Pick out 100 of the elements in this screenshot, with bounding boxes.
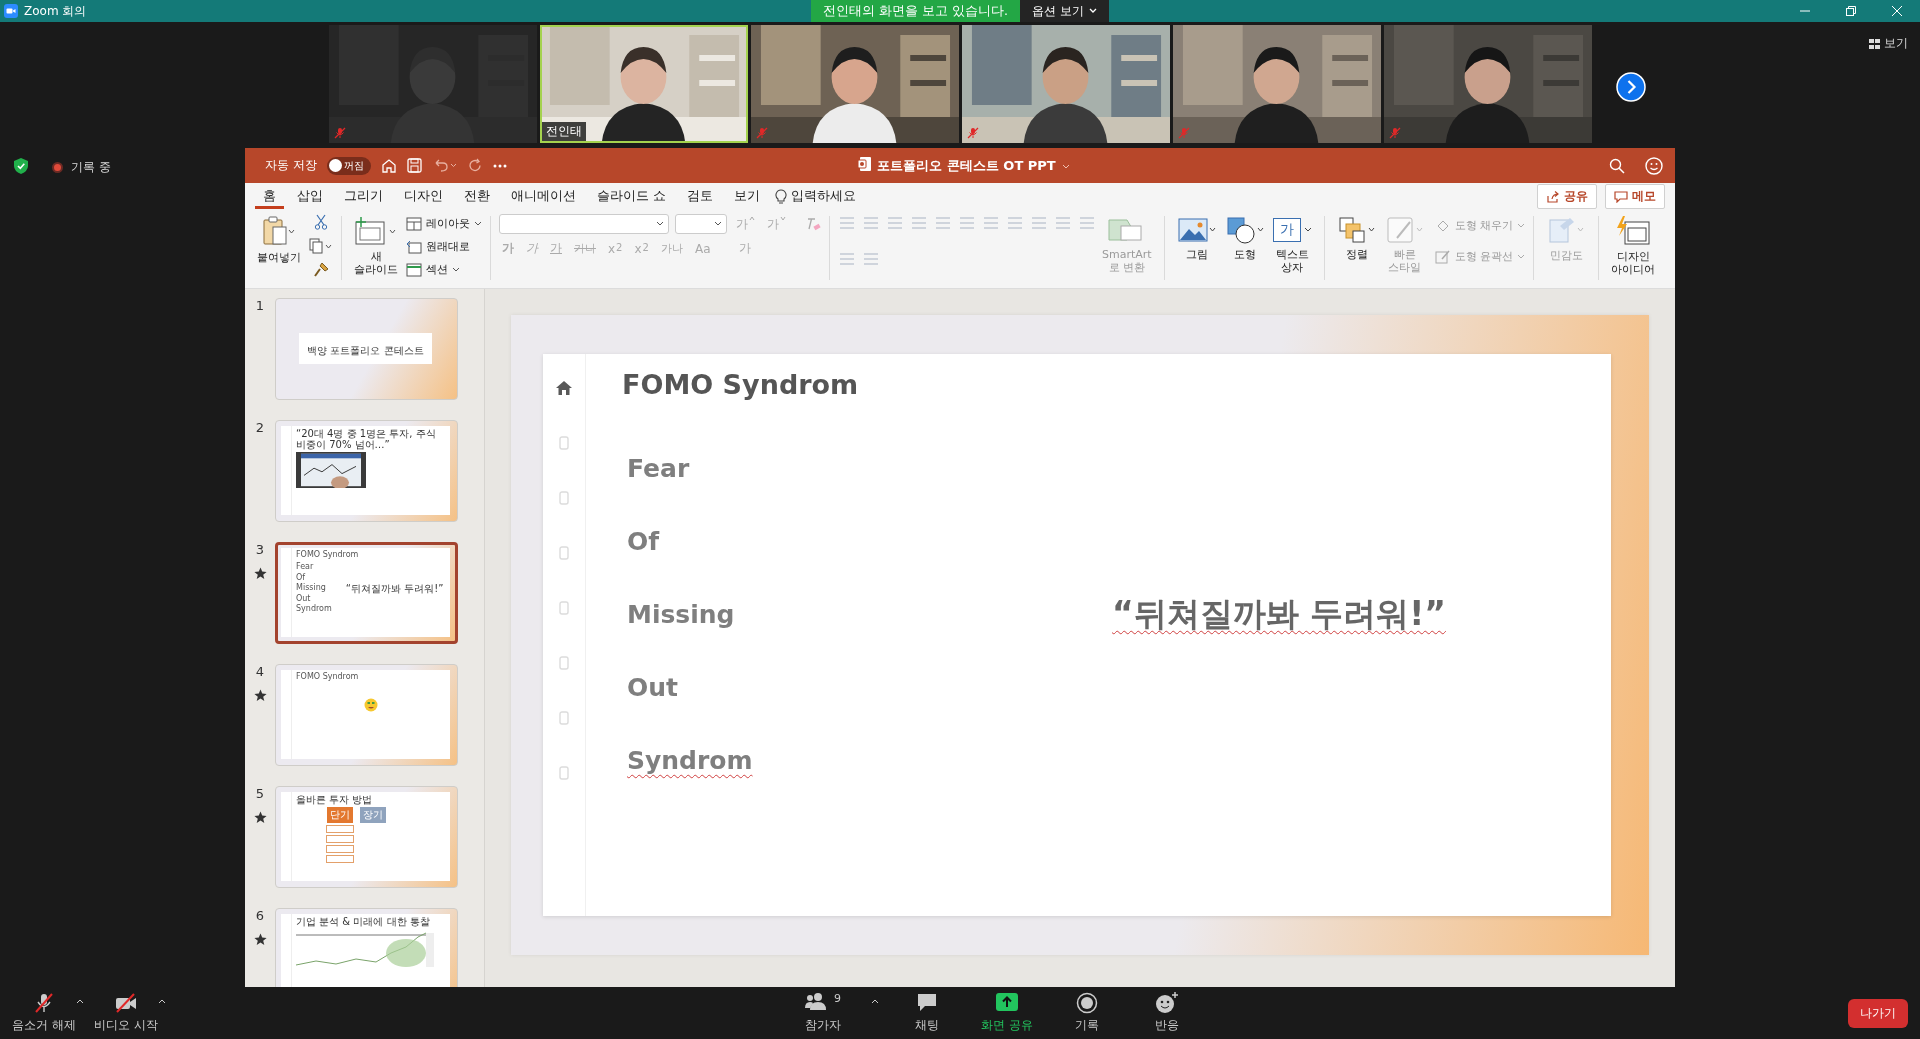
clear-format-icon[interactable] [805,216,821,232]
toolbar-button[interactable]: 기록 [1055,992,1119,1034]
toolbar-button[interactable]: 음소거 해제 [12,992,76,1034]
caret-icon [656,221,664,227]
section-button[interactable]: 섹션 [406,260,460,279]
leave-button[interactable]: 나가기 [1848,998,1908,1028]
emoji-icon [364,698,378,713]
ribbon-tab[interactable]: 홈 [255,184,284,209]
search-icon[interactable] [1609,156,1625,175]
acronym-word: Fear [627,453,690,485]
thumbnail-text: Of [296,572,307,583]
ribbon-command-button[interactable]: 정렬 [1332,214,1381,282]
ribbon-tab[interactable]: 슬라이드 쇼 [589,184,674,209]
chat-icon [916,992,938,1012]
mic-icon [33,992,55,1014]
powerpoint-file-icon [858,157,872,174]
save-icon[interactable] [406,158,422,173]
thumbnail-text: 백양 포트폴리오 콘테스트 [307,345,424,356]
thumbnail-text: Out [296,593,312,604]
caret-icon [1088,8,1097,14]
slide-thumbnail[interactable]: “20대 4명 중 1명은 투자, 주식 비중이 70% 넘어…” [275,420,458,522]
new-slide-button[interactable]: 새 슬라이드 [350,214,402,279]
toolbar-button[interactable]: 채팅 [895,992,959,1034]
category-tag: 단기 [327,807,353,823]
toolbar-button[interactable]: 반응 [1135,992,1199,1034]
autosave-label: 자동 저장 [265,157,317,174]
lightbulb-icon [775,188,787,205]
window-title: Zoom 회의 [24,2,87,20]
slide-thumbnail[interactable]: 기업 분석 & 미래에 대한 통찰 [275,908,458,987]
layout-icon [406,216,422,231]
acronym-word: Out [627,672,678,704]
shapes-icon [1224,216,1265,244]
caret-icon [1517,222,1526,229]
toolbar-button[interactable]: 화면 공유 [975,992,1039,1034]
arrange-icon [1336,216,1377,244]
participant-name: 전인태 [541,122,586,141]
ribbon-tab[interactable]: 보기 [726,184,768,209]
thumbnail-text: FOMO Syndrom [296,672,360,683]
smiley-icon[interactable] [1645,156,1663,175]
toolbar-button[interactable]: 비디오 시작 [94,992,158,1034]
slide-thumbnail[interactable]: 올바른 투자 방법 단기 장기 [275,786,458,888]
tell-me-field[interactable]: 입력하세요 [791,188,856,205]
font-size-field[interactable] [675,214,727,234]
slide-number: 5 [255,786,265,801]
shield-icon [14,158,28,177]
reset-icon [406,239,422,254]
more-icon[interactable] [492,163,507,168]
slide-number: 4 [255,664,265,679]
caret-icon [1517,253,1526,260]
slide-title: FOMO Syndrom [622,368,859,402]
thumbnail-text: “뒤쳐질까봐 두려워!” [345,582,444,594]
ribbon-command-button[interactable]: 도형 [1220,214,1269,282]
zoom-logo-icon [4,4,18,18]
thumbnail-text: Fear [296,562,315,573]
designer-button[interactable]: 디자인 아이디어 [1607,214,1660,282]
ribbon-tab[interactable]: 검토 [679,184,721,209]
outline-icon [1434,249,1451,264]
caret-icon [452,266,460,273]
view-button[interactable]: 보기 [1869,35,1908,52]
thumbnail-text: “20대 4명 중 1명은 투자, 주식 비중이 70% 넘어…” [296,428,437,450]
acronym-word: Missing [627,599,735,631]
acronym-word: Syndrom [627,745,753,777]
font-name-field[interactable] [499,214,669,234]
toolbar-button[interactable]: 9 참가자 [791,992,855,1034]
view-options-button[interactable]: 옵션 보기 [1020,0,1109,22]
ribbon-tab[interactable]: 그리기 [336,184,391,209]
diagram-drawing [326,825,354,863]
document-title[interactable]: 포트폴리오 콘테스트 OT PPT [877,156,1056,175]
category-tag: 장기 [360,807,386,823]
layout-button[interactable]: 레이아웃 [406,214,482,233]
video-camera-icon [114,992,138,1014]
acronym-word: Of [627,526,660,558]
slide-thumbnail[interactable]: 백양 포트폴리오 콘테스트 [275,298,458,400]
comment-icon [1614,190,1628,203]
ribbon-tab[interactable]: 애니메이션 [503,184,584,209]
reset-button[interactable]: 원래대로 [406,237,470,256]
clipboard-icon [262,216,296,246]
ribbon-command-button[interactable]: 그림 [1172,214,1221,282]
slide-number: 2 [255,420,265,435]
share-button[interactable]: 공유 [1537,184,1597,209]
ribbon-tab[interactable]: 전환 [456,184,498,209]
thumbnail-text: FOMO Syndrom [296,550,360,561]
redo-icon[interactable] [467,158,483,173]
ribbon-tab[interactable]: 디자인 [396,184,451,209]
text-box-icon: 가 [1272,218,1301,242]
paste-button[interactable]: 붙여넣기 [253,214,305,267]
caret-icon [1303,227,1312,233]
share-icon [1546,190,1560,203]
ribbon-tab[interactable]: 삽입 [289,184,331,209]
recording-icon [52,162,63,173]
slide-thumbnail[interactable]: FOMO Syndrom [275,664,458,766]
comments-button[interactable]: 메모 [1605,184,1665,209]
slide-thumbnail[interactable]: FOMO Syndrom Fear Of Missing Out Syndrom “뒤쳐질까봐 두려워!” [275,542,458,644]
home-icon [556,381,572,395]
ribbon-command-button[interactable]: 가 텍스트 상자 [1268,214,1316,282]
autosave-toggle[interactable]: 꺼짐 [326,156,371,175]
down-caret-icon [780,215,786,221]
next-page-icon[interactable] [1615,72,1646,102]
home-icon[interactable] [380,157,397,174]
thumbnail-text: Syndrom [296,603,332,615]
